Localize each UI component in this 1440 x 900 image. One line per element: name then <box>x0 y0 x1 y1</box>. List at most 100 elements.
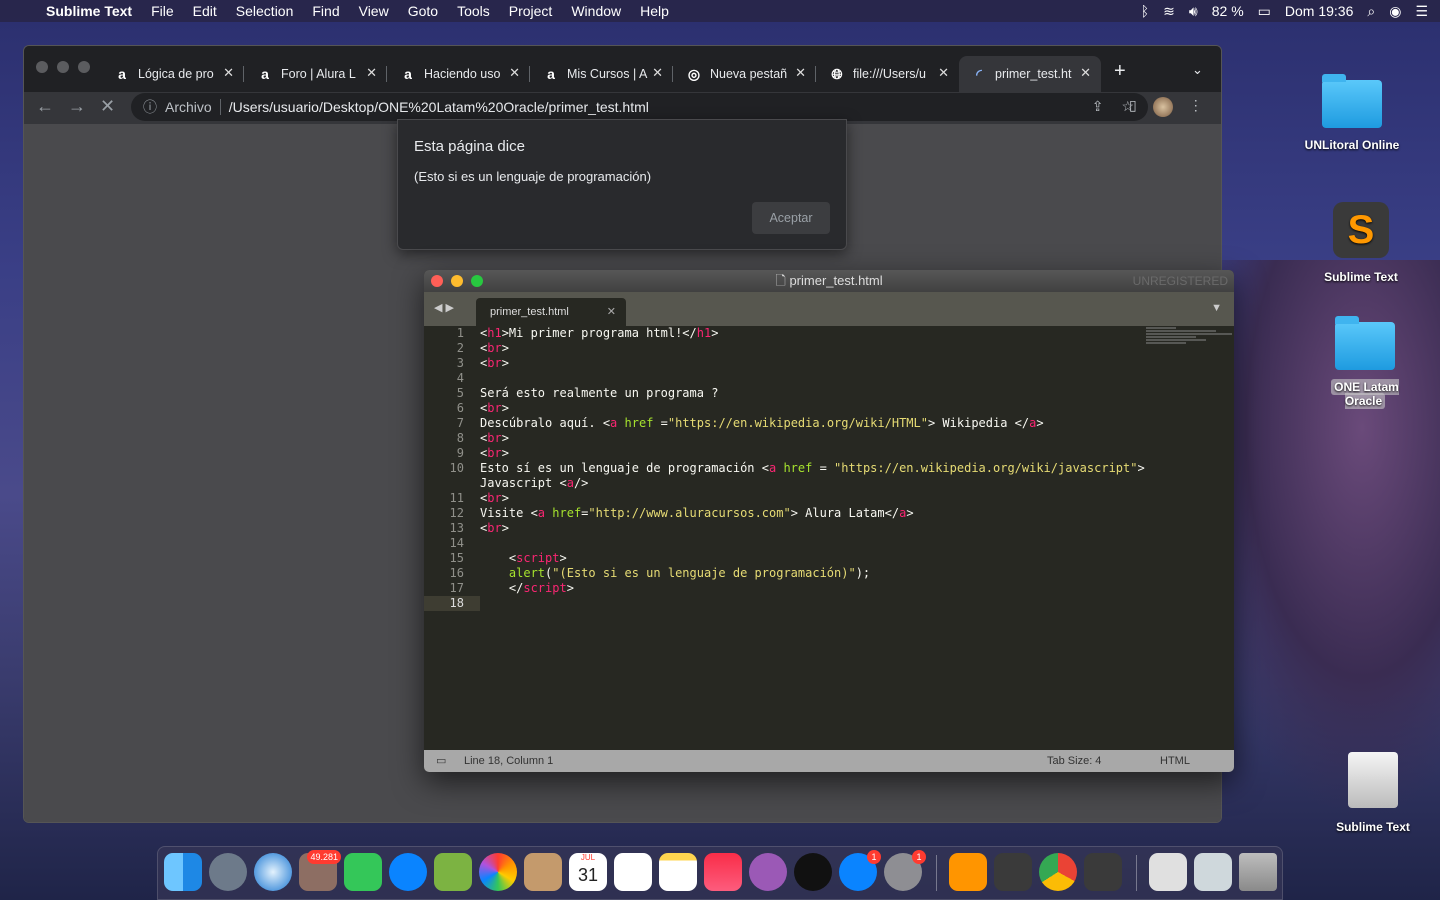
site-info-icon[interactable]: ⓘ <box>143 97 157 117</box>
window-controls <box>36 61 90 73</box>
notification-center-icon[interactable]: ☰ <box>1415 3 1428 20</box>
tab-size[interactable]: Tab Size: 4 <box>1047 750 1101 772</box>
menu-file[interactable]: File <box>151 3 174 19</box>
code-editor[interactable]: <h1>Mi primer programa html!</h1> <br> <br… <box>480 326 1160 750</box>
syntax-mode[interactable]: HTML <box>1160 750 1190 772</box>
reminders-icon[interactable] <box>614 853 652 891</box>
menu-find[interactable]: Find <box>312 3 339 19</box>
contacts-icon[interactable] <box>524 853 562 891</box>
tab-dropdown-icon[interactable]: ▼ <box>1211 302 1222 314</box>
photos-icon[interactable] <box>479 853 517 891</box>
notes-icon[interactable] <box>659 853 697 891</box>
battery-percent[interactable]: 82 % <box>1212 3 1244 19</box>
messages-icon[interactable] <box>389 853 427 891</box>
launchpad-icon[interactable] <box>209 853 247 891</box>
menu-goto[interactable]: Goto <box>408 3 438 19</box>
spotlight-search-icon[interactable]: ⌕ <box>1367 3 1375 20</box>
url-text[interactable]: /Users/usuario/Desktop/ONE%20Latam%20Ora… <box>229 99 649 115</box>
app-store-icon[interactable]: 1 <box>839 850 881 891</box>
back-icon[interactable]: ← <box>36 96 54 117</box>
close-tab-icon[interactable]: ✕ <box>509 65 520 81</box>
desktop-drive-sublime-text[interactable]: Sublime Text <box>1318 752 1428 834</box>
menu-edit[interactable]: Edit <box>193 3 217 19</box>
desktop-folder-unlitoral[interactable]: UNLitoral Online <box>1297 74 1407 152</box>
books-icon[interactable] <box>949 853 987 891</box>
zoom-window-button[interactable] <box>471 275 483 287</box>
apple-tv-icon[interactable] <box>794 853 832 891</box>
browser-tab[interactable]: a Mis Cursos | A ✕ <box>531 56 673 92</box>
zoom-window-button[interactable] <box>78 61 90 73</box>
podcasts-icon[interactable] <box>749 853 787 891</box>
address-bar[interactable]: ⓘ Archivo /Users/usuario/Desktop/ONE%20L… <box>131 93 1148 121</box>
document-icon[interactable] <box>1149 853 1187 891</box>
cursor-position: Line 18, Column 1 <box>464 755 554 767</box>
menu-tools[interactable]: Tools <box>457 3 490 19</box>
browser-tab[interactable]: a Foro | Alura L ✕ <box>245 56 387 92</box>
side-panel-icon[interactable]: ▯ <box>1129 97 1137 117</box>
tab-nav-arrows-icon[interactable]: ◀ ▶ <box>434 301 454 314</box>
new-tab-button[interactable]: + <box>1114 60 1126 83</box>
minimap[interactable] <box>1146 326 1232 366</box>
volume-icon[interactable]: 🔊︎ <box>1189 3 1198 20</box>
tab-search-icon[interactable]: ⌄ <box>1192 62 1203 78</box>
close-tab-icon[interactable]: ✕ <box>795 65 806 81</box>
menu-app-name[interactable]: Sublime Text <box>46 3 132 19</box>
close-window-button[interactable] <box>36 61 48 73</box>
close-tab-icon[interactable]: ✕ <box>1080 65 1091 81</box>
siri-icon[interactable]: ◉ <box>1389 3 1401 20</box>
menu-project[interactable]: Project <box>509 3 553 19</box>
mail-icon[interactable]: 49.281 <box>299 850 341 891</box>
browser-tab[interactable]: a Lógica de pro ✕ <box>102 56 244 92</box>
facetime-icon[interactable] <box>344 853 382 891</box>
chrome-icon[interactable] <box>1039 853 1077 891</box>
profile-avatar[interactable] <box>1152 97 1173 117</box>
browser-tab-active[interactable]: ◜ primer_test.ht ✕ <box>959 56 1101 92</box>
stop-loading-icon[interactable]: ✕ <box>100 96 115 117</box>
browser-tab[interactable]: 🌐︎ file:///Users/u ✕ <box>817 56 959 92</box>
close-tab-icon[interactable]: ✕ <box>938 65 949 81</box>
close-tab-icon[interactable]: ✕ <box>223 65 234 81</box>
tab-title: file:///Users/u <box>853 67 926 81</box>
music-icon[interactable] <box>704 853 742 891</box>
menu-selection[interactable]: Selection <box>236 3 294 19</box>
menu-window[interactable]: Window <box>571 3 621 19</box>
alura-icon: a <box>118 66 126 82</box>
menu-view[interactable]: View <box>359 3 389 19</box>
trash-icon[interactable] <box>1239 853 1277 891</box>
alura-icon: a <box>547 66 555 82</box>
close-tab-icon[interactable]: ✕ <box>366 65 377 81</box>
alura-icon: a <box>261 66 269 82</box>
calendar-day: 31 <box>577 865 599 885</box>
bluetooth-icon[interactable]: ᛒ <box>1141 3 1149 19</box>
close-tab-icon[interactable]: ✕ <box>652 65 663 81</box>
maps-icon[interactable] <box>434 853 472 891</box>
desktop-folder-one-latam[interactable]: ONE Latam Oracle <box>1310 316 1420 409</box>
calendar-icon[interactable]: JUL 31 <box>569 853 607 891</box>
desktop-icon-label: Sublime Text <box>1324 270 1398 284</box>
close-window-button[interactable] <box>431 275 443 287</box>
console-toggle-icon[interactable]: ▭ <box>436 750 446 772</box>
sublime-text-dock-icon[interactable] <box>994 853 1032 891</box>
more-menu-icon[interactable]: ⋮ <box>1189 97 1203 117</box>
menu-help[interactable]: Help <box>640 3 669 19</box>
share-icon[interactable]: ⇪ <box>1092 98 1104 115</box>
close-tab-icon[interactable]: ✕ <box>607 298 616 326</box>
system-preferences-icon[interactable]: 1 <box>884 850 926 891</box>
battery-icon[interactable]: ▭ <box>1258 3 1271 20</box>
clock[interactable]: Dom 19:36 <box>1285 3 1353 19</box>
editor-tab[interactable]: primer_test.html ✕ <box>476 298 626 326</box>
sublime-text-dock-icon[interactable] <box>1084 853 1122 891</box>
wifi-icon[interactable]: ≋ <box>1163 3 1175 20</box>
browser-tab[interactable]: a Haciendo uso ✕ <box>388 56 530 92</box>
accept-button[interactable]: Aceptar <box>752 202 830 234</box>
calendar-month: JUL <box>580 853 596 862</box>
minimize-window-button[interactable] <box>57 61 69 73</box>
browser-tab[interactable]: ◎ Nueva pestañ ✕ <box>674 56 816 92</box>
dock: 49.281 JUL 31 1 1 <box>157 846 1283 900</box>
forward-icon[interactable]: → <box>68 96 86 117</box>
finder-icon[interactable] <box>164 853 202 891</box>
safari-icon[interactable] <box>254 853 292 891</box>
downloads-stack-icon[interactable] <box>1194 853 1232 891</box>
desktop-sublime-text[interactable]: S Sublime Text <box>1306 202 1416 284</box>
minimize-window-button[interactable] <box>451 275 463 287</box>
